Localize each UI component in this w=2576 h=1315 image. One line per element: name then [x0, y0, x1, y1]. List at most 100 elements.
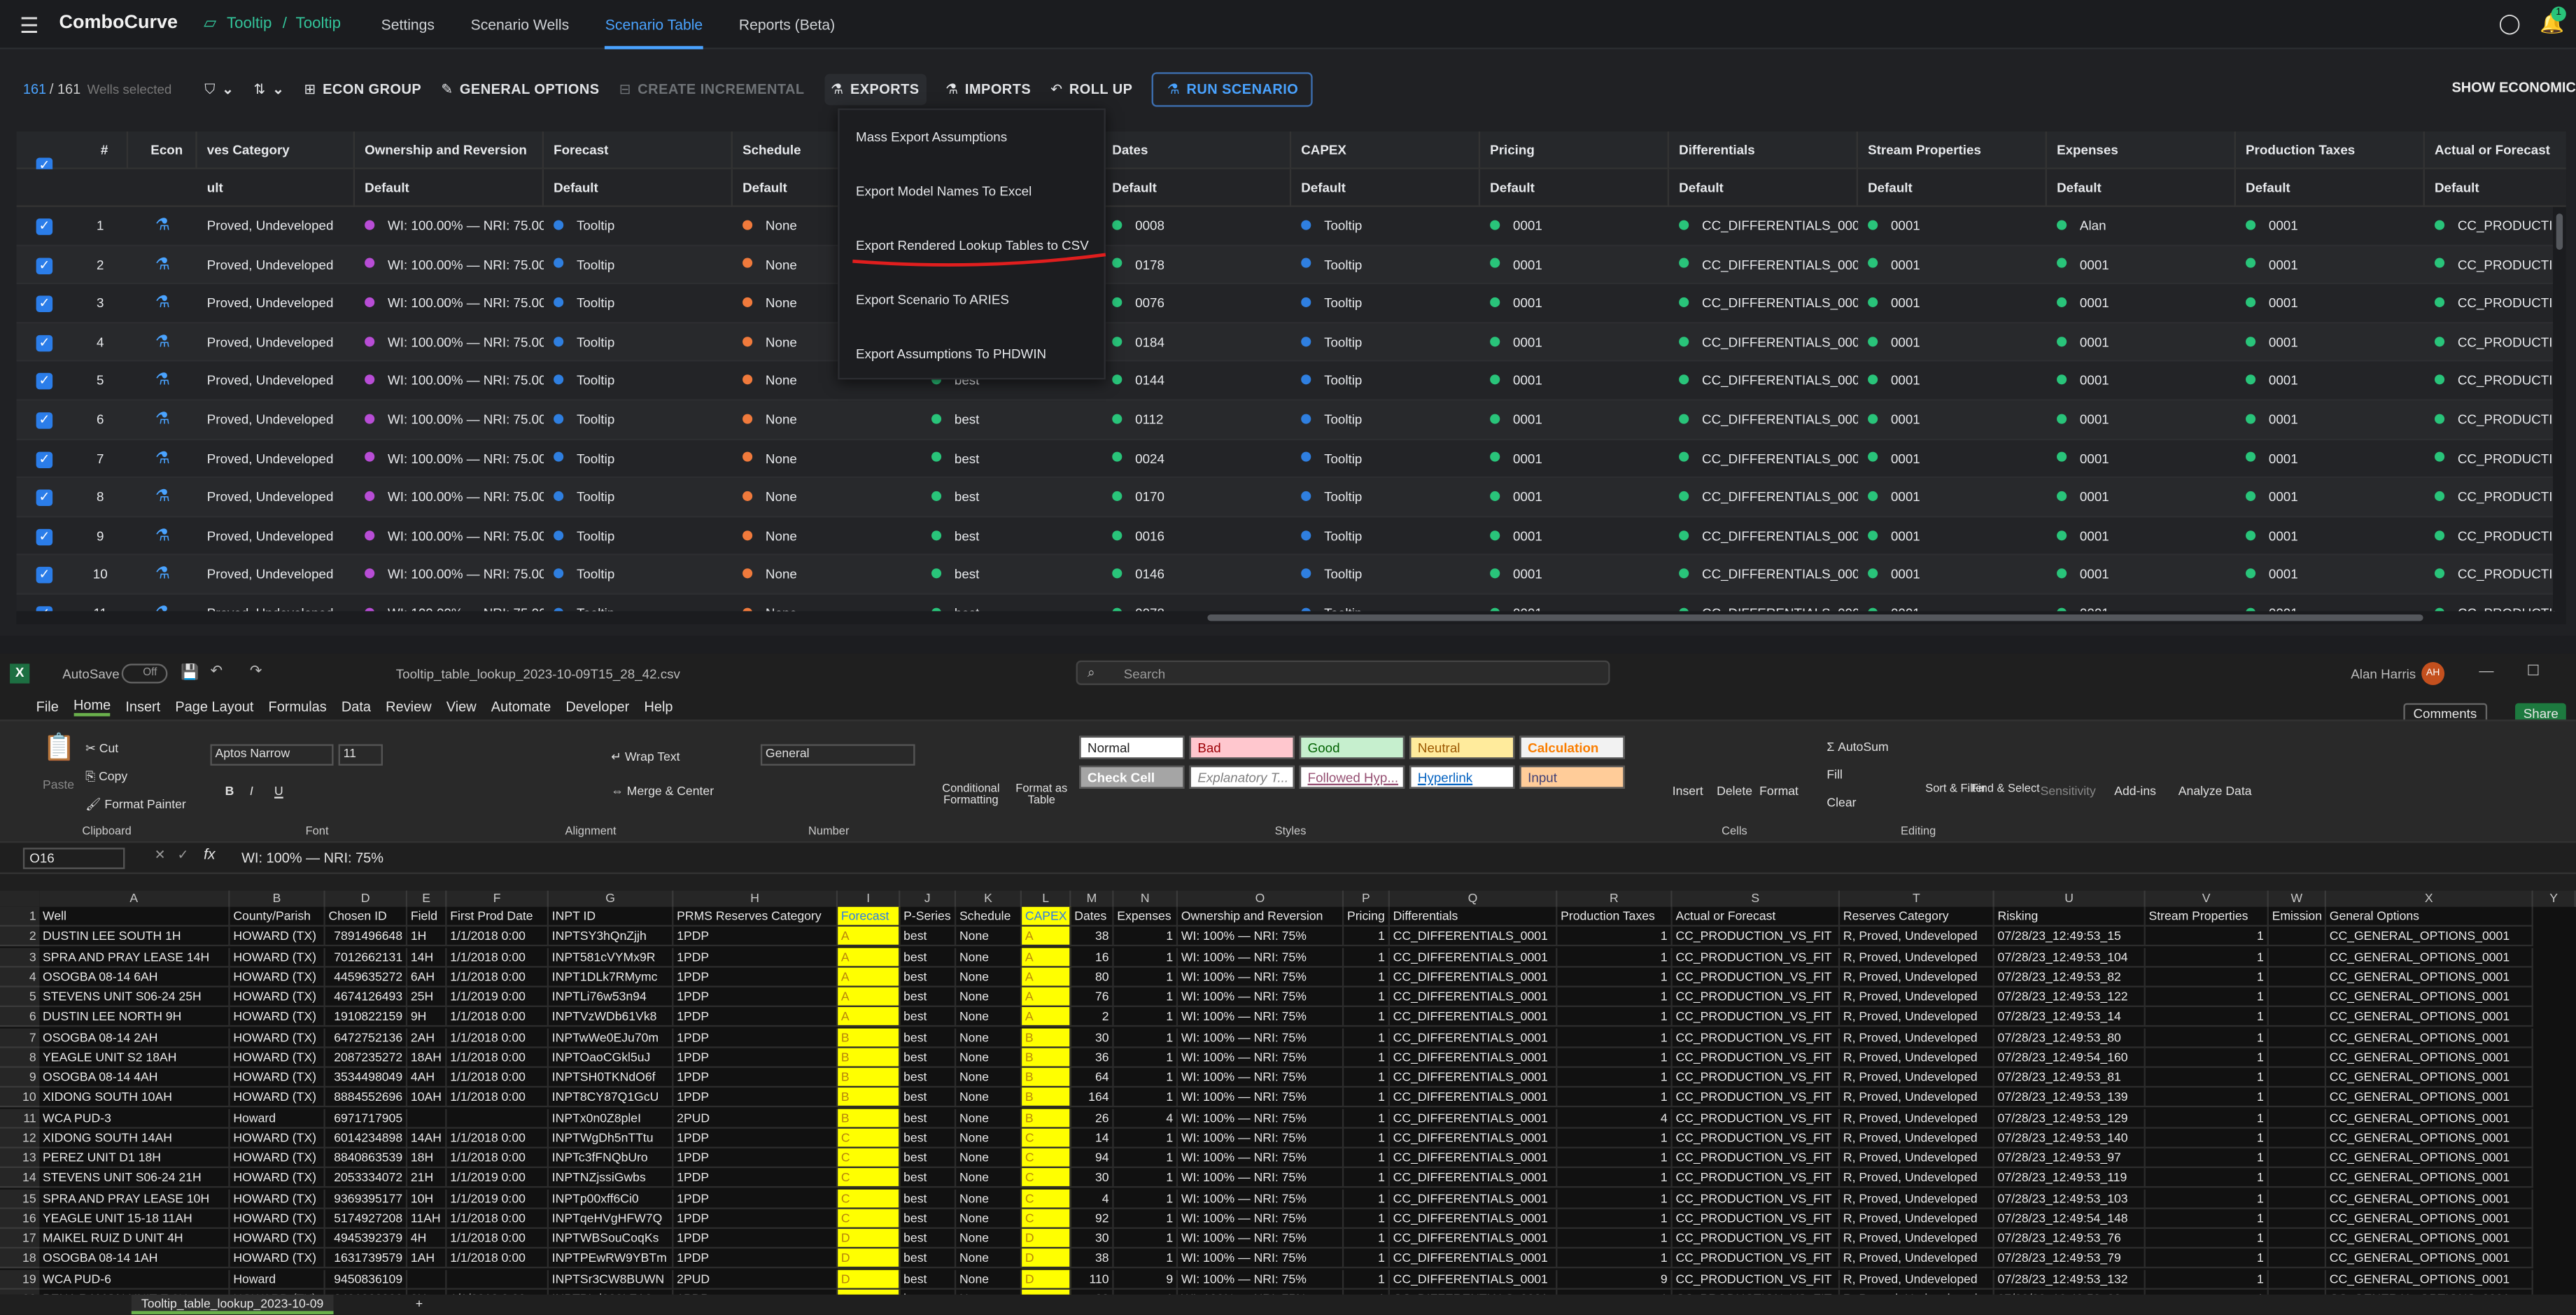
- sheet-cell[interactable]: None: [956, 1188, 1022, 1209]
- econ-flask-icon[interactable]: ⚗: [128, 479, 197, 516]
- cell-actual-or-forecast[interactable]: CC_PRODUCTION: [2425, 439, 2556, 477]
- sheet-cell[interactable]: INPTwWe0EJu70m: [549, 1027, 674, 1048]
- sheet-cell[interactable]: HOWARD (TX): [230, 1249, 325, 1269]
- sheet-cell[interactable]: best: [900, 927, 957, 947]
- sheet-cell[interactable]: 1PDP: [673, 1249, 838, 1269]
- sheet-cell[interactable]: 1: [1113, 1088, 1178, 1108]
- cell-pricing[interactable]: 0001: [1480, 207, 1669, 245]
- cell-dates[interactable]: 0184: [1102, 323, 1291, 361]
- sheet-cell[interactable]: MAIKEL RUIZ D UNIT 4H: [39, 1228, 230, 1249]
- grid-row[interactable]: ✓ 2 ⚗ Proved, Undeveloped WI: 100.00% — NRI:…: [16, 246, 2566, 285]
- sheet-cell[interactable]: INPTBLd983LZA2: [549, 1289, 674, 1295]
- autosum-button[interactable]: Σ AutoSum: [1827, 739, 1888, 754]
- sheet-cell[interactable]: 1: [1344, 1269, 1390, 1289]
- sheet-cell[interactable]: CC_GENERAL_OPTIONS_0001: [2326, 1168, 2533, 1188]
- sheet-cell[interactable]: 1/1/2018 0:00: [446, 1128, 549, 1148]
- econ-flask-icon[interactable]: ⚗: [128, 362, 197, 400]
- sheet-cell[interactable]: 1: [1113, 987, 1178, 1008]
- sheet-cell[interactable]: CC_GENERAL_OPTIONS_0001: [2326, 1269, 2533, 1289]
- sheet-cell[interactable]: CC_DIFFERENTIALS_0001: [1389, 1067, 1558, 1088]
- sheet-cell[interactable]: Dates: [1071, 906, 1114, 927]
- sheet-cell[interactable]: best: [900, 1128, 957, 1148]
- sheet-cell[interactable]: 07/28/23_12:49:53_97: [1994, 1148, 2146, 1169]
- sheet-cell[interactable]: None: [956, 1289, 1022, 1295]
- sheet-cell[interactable]: CC_GENERAL_OPTIONS_0001: [2326, 1048, 2533, 1068]
- econ-flask-icon[interactable]: ⚗: [128, 207, 197, 245]
- style-neutral[interactable]: Neutral: [1409, 736, 1515, 759]
- sheet-cell[interactable]: CC_DIFFERENTIALS_0001: [1389, 1027, 1558, 1048]
- paste-icon[interactable]: 📋: [43, 731, 76, 764]
- sheet-cell[interactable]: None: [956, 1228, 1022, 1249]
- sheet-cell[interactable]: 1: [1344, 1249, 1390, 1269]
- cell-pricing[interactable]: 0001: [1480, 323, 1669, 361]
- create-incremental-button[interactable]: ⊟ CREATE INCREMENTAL: [619, 80, 805, 98]
- sheet-cell[interactable]: HOWARD (TX): [230, 1088, 325, 1108]
- sheet-cell[interactable]: 2PUD: [673, 1269, 838, 1289]
- hamburger-menu-icon[interactable]: ☰: [20, 13, 38, 40]
- nav-scenario-wells[interactable]: Scenario Wells: [471, 16, 570, 32]
- sheet-cell[interactable]: 1AH: [407, 1249, 447, 1269]
- sheet-cell[interactable]: 2: [1071, 1007, 1114, 1027]
- sheet-cell[interactable]: D: [1022, 1269, 1071, 1289]
- cell-capex[interactable]: Tooltip: [1291, 323, 1480, 361]
- sheet-cell[interactable]: B: [838, 1048, 901, 1068]
- col-header-actual-or-forecast[interactable]: Actual or Forecast: [2425, 132, 2566, 169]
- column-header[interactable]: Q: [1389, 890, 1558, 907]
- cell-pricing[interactable]: 0001: [1480, 556, 1669, 593]
- sheet-cell[interactable]: B: [838, 1108, 901, 1128]
- sheet-cell[interactable]: [2268, 1209, 2327, 1229]
- sheet-cell[interactable]: None: [956, 1249, 1022, 1269]
- sheet-cell[interactable]: 1: [2145, 1048, 2269, 1068]
- subheader-cell[interactable]: Default: [1291, 169, 1481, 207]
- sheet-cell[interactable]: 1PDP: [673, 987, 838, 1008]
- sheet-cell[interactable]: Production Taxes: [1557, 906, 1673, 927]
- menu-item-export-phdwin[interactable]: Export Assumptions To PHDWIN: [840, 327, 1104, 381]
- cell-stream-properties[interactable]: 0001: [1858, 323, 2047, 361]
- sheet-cell[interactable]: R, Proved, Undeveloped: [1840, 1228, 1994, 1249]
- sheet-cell[interactable]: 1: [1557, 927, 1673, 947]
- sheet-cell[interactable]: 1/1/2018 0:00: [446, 967, 549, 987]
- sheet-cell[interactable]: None: [956, 1209, 1022, 1229]
- sheet-cell[interactable]: CC_PRODUCTION_VS_FIT: [1672, 1269, 1840, 1289]
- cell-forecast[interactable]: Tooltip: [544, 207, 733, 245]
- cell-capex[interactable]: Tooltip: [1291, 401, 1480, 439]
- sheet-cell[interactable]: 1: [1344, 1188, 1390, 1209]
- cell-ownership[interactable]: WI: 100.00% — NRI: 75.00: [355, 285, 544, 323]
- sheet-cell[interactable]: R, Proved, Undeveloped: [1840, 927, 1994, 947]
- general-options-button[interactable]: ✎ GENERAL OPTIONS: [441, 80, 599, 98]
- nav-reports[interactable]: Reports (Beta): [739, 16, 835, 32]
- cell-pricing[interactable]: 0001: [1480, 439, 1669, 477]
- sheet-cell[interactable]: Ownership and Reversion: [1178, 906, 1344, 927]
- sheet-cell[interactable]: 8840863539: [325, 1148, 408, 1169]
- sheet-cell[interactable]: Well: [39, 906, 230, 927]
- sheet-cell[interactable]: 1/1/2018 0:00: [446, 1209, 549, 1229]
- sheet-cell[interactable]: [2269, 1289, 2327, 1295]
- row-checkbox[interactable]: ✓: [36, 257, 53, 274]
- column-header[interactable]: N: [1113, 890, 1178, 907]
- sheet-cell[interactable]: 6014234898: [325, 1128, 408, 1148]
- sheet-cell[interactable]: CAPEX: [1022, 906, 1071, 927]
- sheet-cell[interactable]: 1: [1113, 1148, 1178, 1169]
- cell-p-series[interactable]: best: [922, 401, 1102, 439]
- sheet-cell[interactable]: CC_GENERAL_OPTIONS_0001: [2326, 1228, 2533, 1249]
- sheet-cell[interactable]: None: [956, 1007, 1022, 1027]
- sheet-cell[interactable]: CC_PRODUCTION_VS_FIT: [1672, 1148, 1840, 1169]
- sheet-cell[interactable]: CC_DIFFERENTIALS_0001: [1389, 927, 1558, 947]
- format-cells-button[interactable]: Format: [1759, 784, 1799, 799]
- run-scenario-button[interactable]: ⚗ RUN SCENARIO: [1152, 71, 1314, 106]
- sheet-cell[interactable]: R, Proved, Undeveloped: [1840, 1289, 1994, 1295]
- cell-forecast[interactable]: Tooltip: [544, 556, 733, 593]
- sheet-cell[interactable]: B: [838, 1027, 901, 1048]
- sheet-cell[interactable]: HOWARD (TX): [230, 1148, 325, 1169]
- sheet-cell[interactable]: 1: [1113, 1048, 1178, 1068]
- cell-dates[interactable]: 0112: [1102, 401, 1291, 439]
- sheet-cell[interactable]: CC_PRODUCTION_VS_FIT: [1672, 1048, 1840, 1068]
- cell-production-taxes[interactable]: 0001: [2236, 479, 2425, 516]
- sheet-cell[interactable]: General Options: [2326, 906, 2533, 927]
- sheet-cell[interactable]: best: [900, 1289, 957, 1295]
- cell-dates[interactable]: 0008: [1102, 207, 1291, 245]
- sheet-cell[interactable]: None: [956, 1048, 1022, 1068]
- sheet-cell[interactable]: Schedule: [956, 906, 1022, 927]
- sheet-cell[interactable]: 2PUD: [673, 1108, 838, 1128]
- cell-dates[interactable]: 0076: [1102, 285, 1291, 323]
